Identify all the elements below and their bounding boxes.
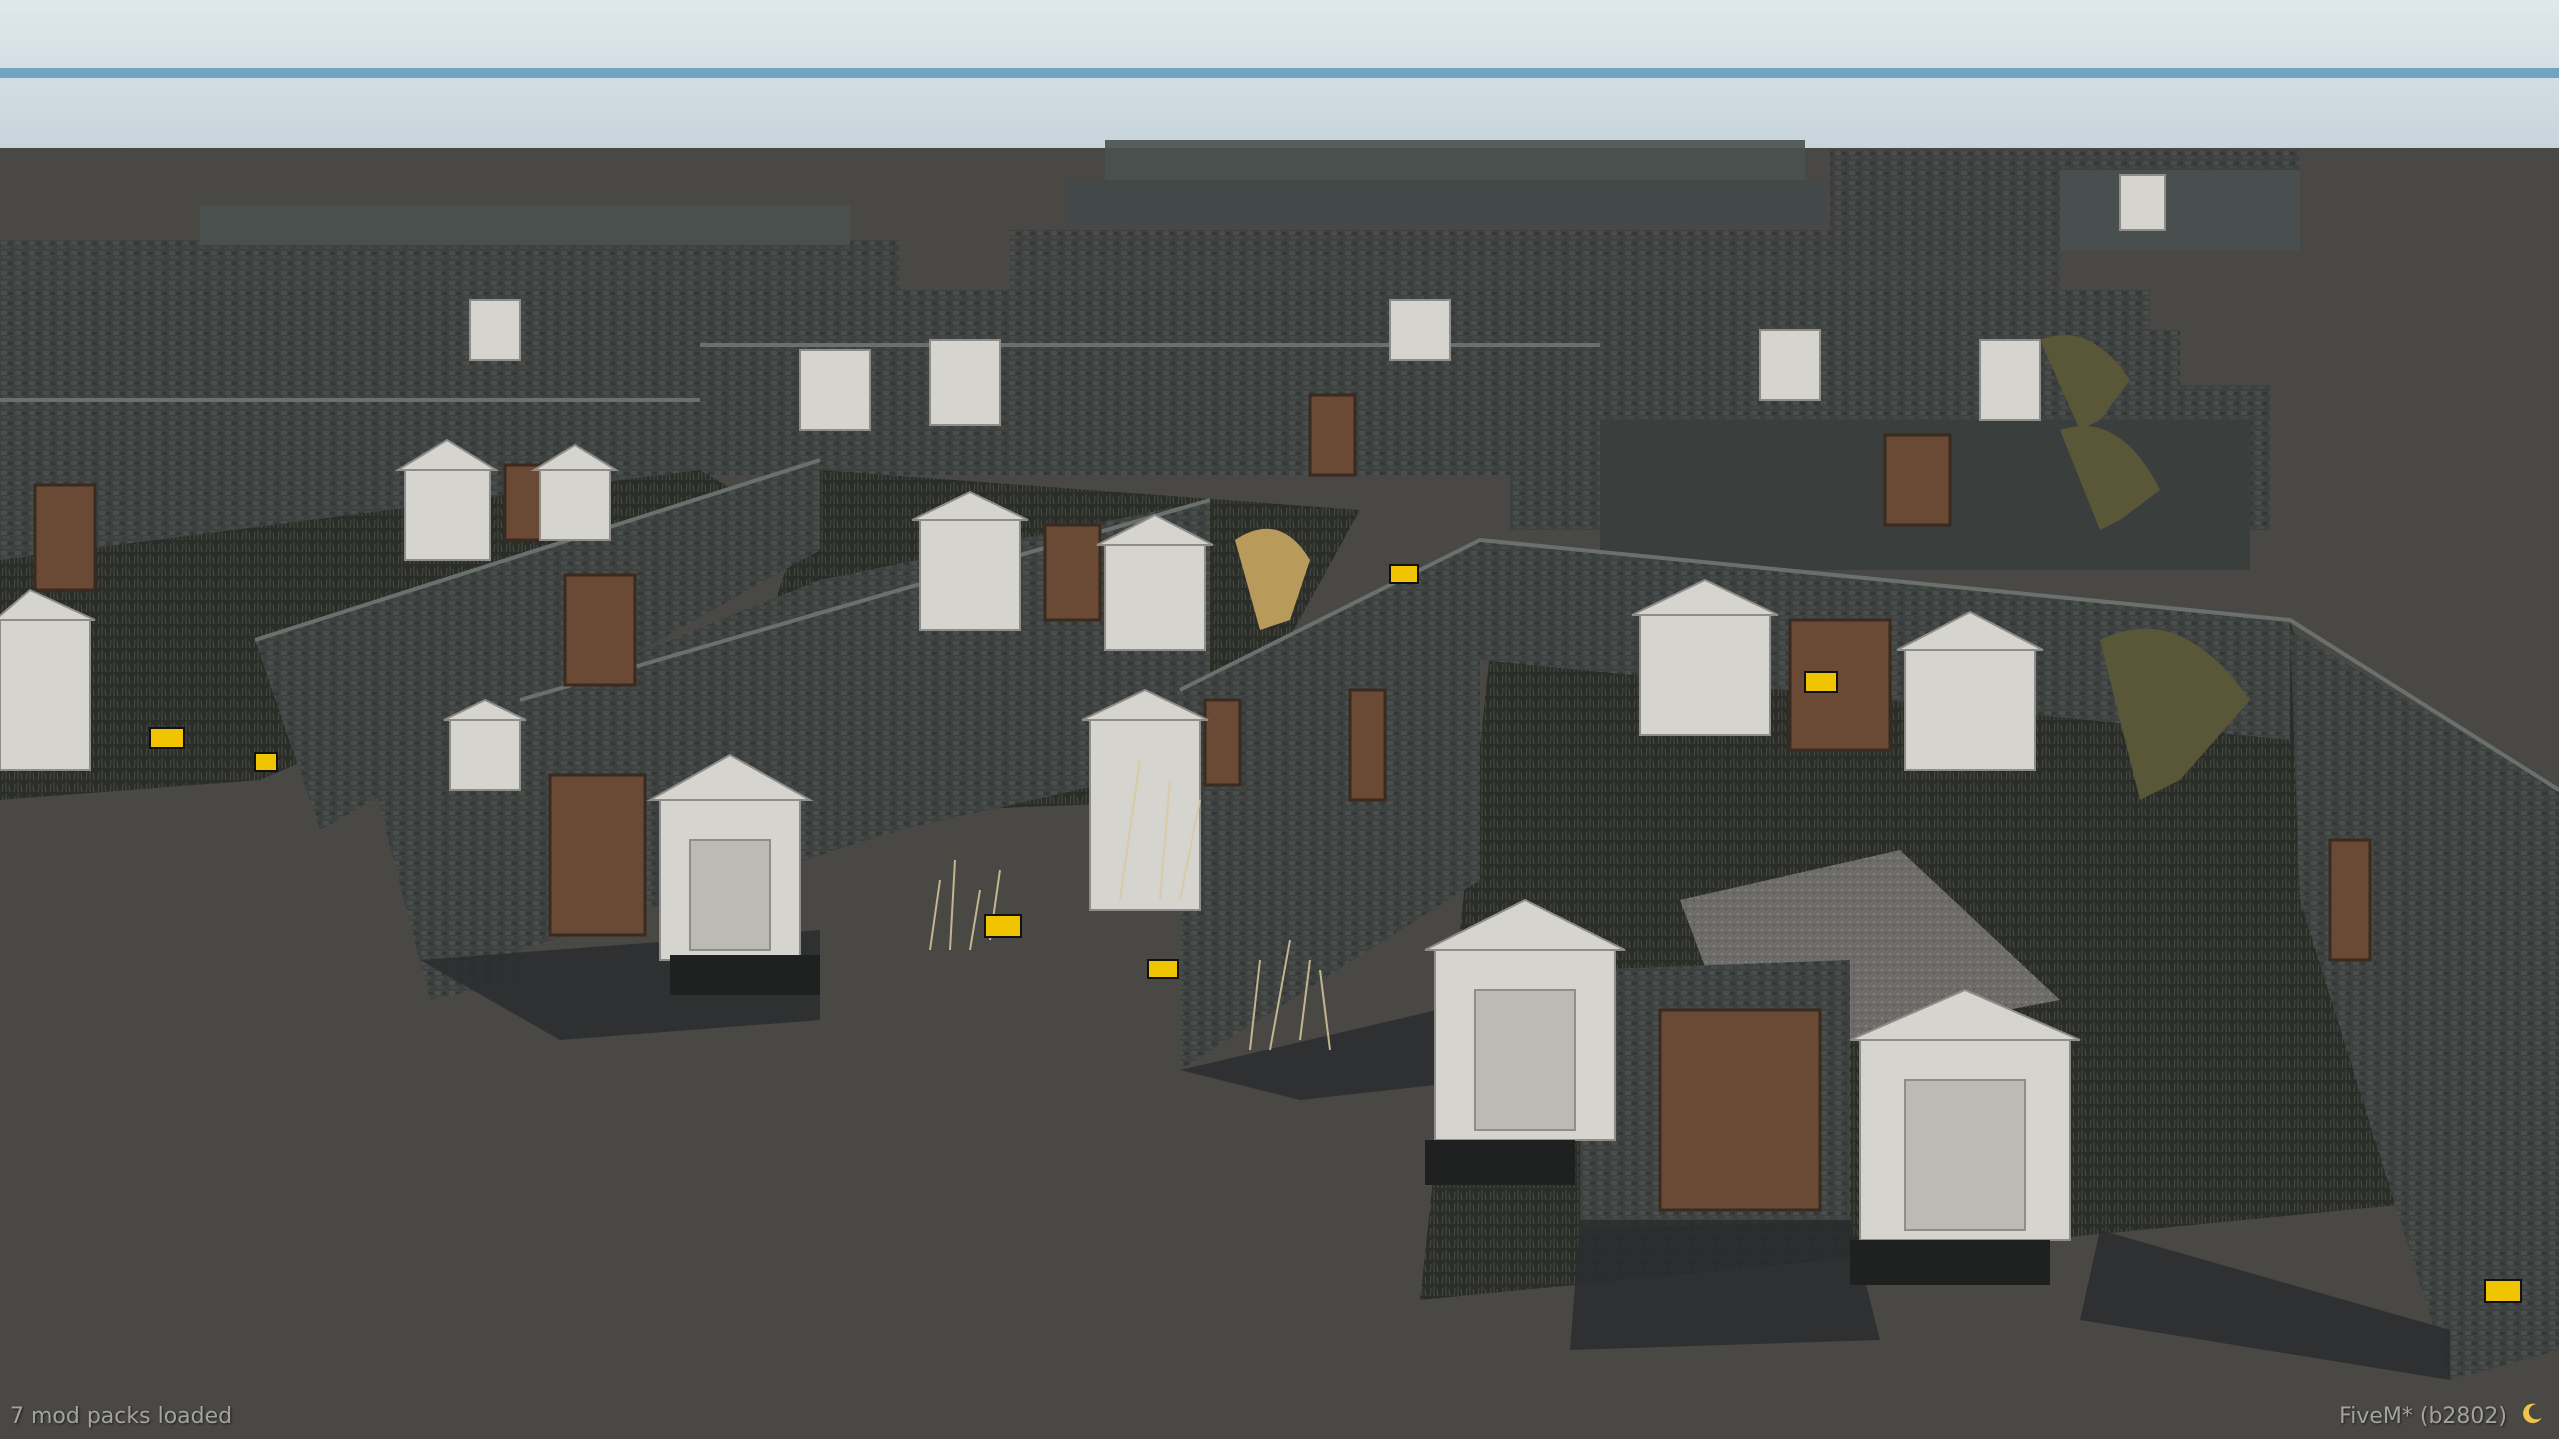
cemetery-maze-scene [0, 0, 2559, 1439]
horizon-line [0, 68, 2559, 78]
moon-icon [2523, 1403, 2542, 1424]
mod-packs-status: 7 mod packs loaded [10, 1404, 233, 1429]
game-viewport[interactable]: 7 mod packs loaded FiveM* (b2802) [0, 0, 2559, 1439]
fivem-build-label: FiveM* (b2802) [2339, 1404, 2507, 1429]
